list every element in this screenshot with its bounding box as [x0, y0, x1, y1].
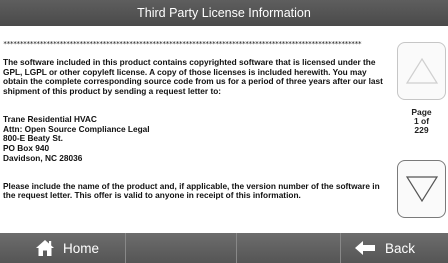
triangle-up-icon	[405, 57, 439, 84]
home-label: Home	[63, 240, 100, 256]
nav-divider	[125, 233, 126, 263]
house-icon	[36, 240, 54, 256]
title-bar: Third Party License Information	[0, 0, 448, 26]
home-button[interactable]: Home	[35, 233, 99, 263]
window-title: Third Party License Information	[137, 6, 311, 20]
asterisk-divider: ****************************************…	[3, 39, 362, 48]
license-content-panel: ****************************************…	[0, 26, 448, 233]
triangle-down-icon	[405, 176, 439, 203]
license-address: Trane Residential HVAC Attn: Open Source…	[3, 114, 150, 163]
back-button[interactable]: Back	[355, 233, 415, 263]
back-label: Back	[385, 240, 416, 256]
page-up-button[interactable]	[397, 42, 446, 100]
page-down-button[interactable]	[397, 160, 446, 218]
license-paragraph-1: The software included in this product co…	[3, 57, 383, 96]
license-text-area[interactable]: ****************************************…	[3, 30, 393, 230]
nav-divider	[340, 233, 341, 263]
nav-divider	[236, 233, 237, 263]
license-paragraph-3: Please include the name of the product a…	[3, 180, 380, 201]
page-scroll-sidebar: Page 1 of 229	[397, 42, 448, 228]
page-total: 229	[414, 125, 429, 135]
page-indicator: Page 1 of 229	[397, 108, 446, 135]
arrow-left-icon	[355, 241, 375, 255]
bottom-nav-bar: Home Back	[0, 233, 448, 263]
